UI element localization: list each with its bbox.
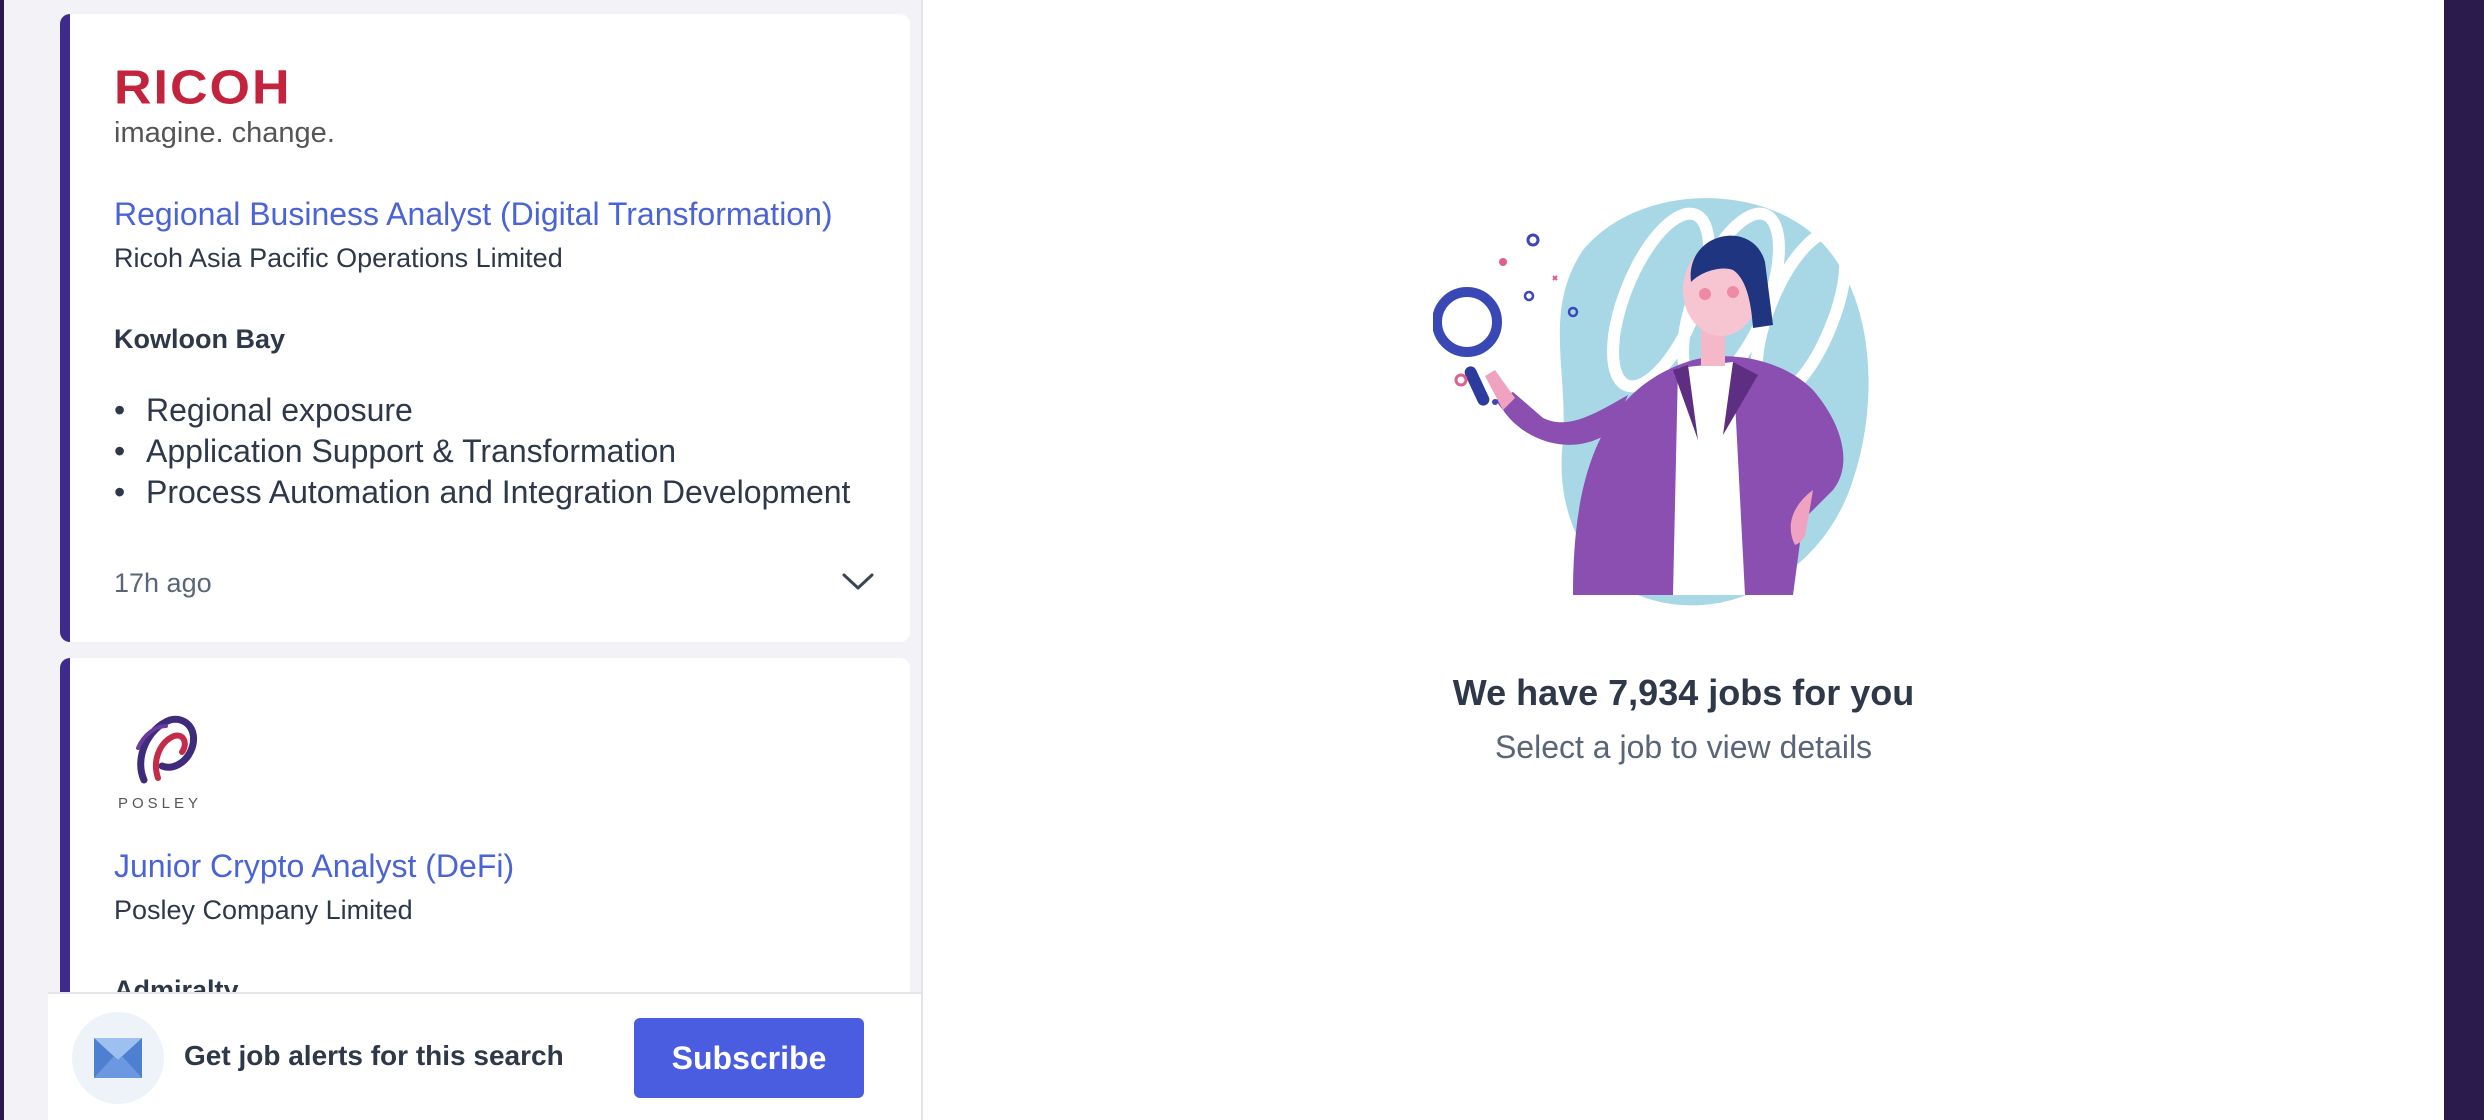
posley-logo-mark [136,715,197,784]
empty-state-subtitle: Select a job to view details [1494,729,1873,765]
job-highlights: • Regional exposure • Application Support … [114,390,850,513]
job-title-link[interactable]: Junior Crypto Analyst (DeFi) [114,848,514,885]
job-alert-bar: Get job alerts for this search Subscribe [48,992,922,1120]
company-logo: POSLEY [114,708,206,812]
job-list-pane[interactable]: RICOH imagine. change. Regional Business… [4,0,922,1120]
job-detail-pane: We have 7,934 jobs for you Select a job … [923,0,2444,1120]
highlight-item: • Regional exposure [114,392,413,428]
highlight-item: • Process Automation and Integration Deve… [114,474,851,510]
highlight-item: • Application Support & Transformation [114,433,677,469]
posted-time: 17h ago [114,568,212,598]
job-title-link[interactable]: Regional Business Analyst (Digital Trans… [114,196,833,233]
job-card[interactable]: RICOH imagine. change. Regional Business… [60,14,910,642]
job-search-illustration [1433,198,1869,606]
job-alert-text: Get job alerts for this search [184,1040,564,1071]
empty-state-title: We have 7,934 jobs for you [1452,672,1915,713]
company-name: Ricoh Asia Pacific Operations Limited [114,243,563,273]
window-edge-right [2444,0,2484,1120]
company-logo: RICOH imagine. change. [114,64,335,148]
logo-wordmark: RICOH [114,61,292,115]
job-location: Kowloon Bay [114,324,286,354]
mail-icon [72,1012,164,1104]
logo-tagline: imagine. change. [114,117,335,149]
chevron-down-icon[interactable] [840,566,876,596]
subscribe-button[interactable]: Subscribe [634,1018,864,1098]
company-name: Posley Company Limited [114,895,413,925]
logo-wordmark: POSLEY [117,795,203,812]
